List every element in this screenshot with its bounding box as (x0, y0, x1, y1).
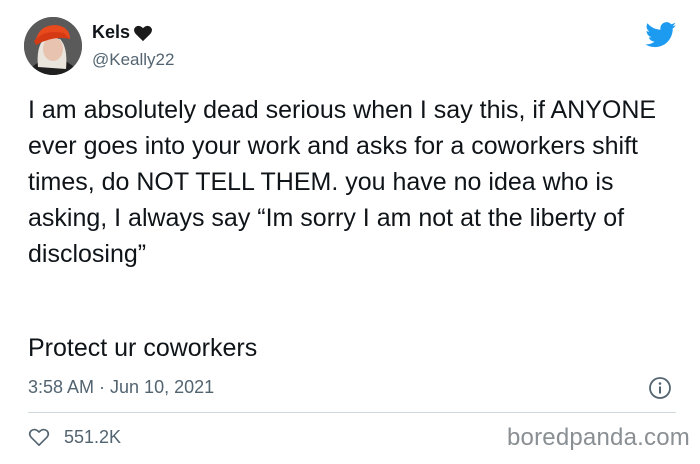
twitter-bird-icon[interactable] (645, 22, 677, 48)
boredpanda-watermark: boredpanda.com (507, 424, 690, 451)
avatar[interactable] (24, 17, 82, 75)
like-count[interactable]: 551.2K (64, 427, 121, 448)
author-name-row[interactable]: Kels (92, 22, 153, 43)
author-handle[interactable]: @Keally22 (92, 50, 174, 70)
tweet-text: I am absolutely dead serious when I say … (28, 96, 664, 268)
tweet-card: Kels @Keally22 I am absolutely dead seri… (0, 0, 700, 464)
heart-outline-icon[interactable] (28, 427, 50, 447)
author-display-name[interactable]: Kels (92, 22, 130, 43)
info-icon[interactable] (648, 376, 672, 400)
tweet-timestamp[interactable]: 3:58 AM · Jun 10, 2021 (28, 377, 214, 398)
black-heart-icon (134, 25, 153, 41)
divider (28, 412, 676, 413)
tweet-text-second-paragraph: Protect ur coworkers (28, 334, 258, 362)
